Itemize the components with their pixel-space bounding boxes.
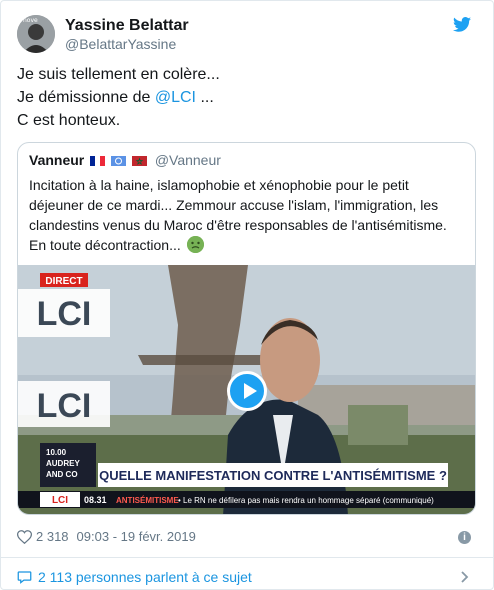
tweet-text: Je suis tellement en colère... Je démiss… — [17, 63, 477, 132]
quoted-tweet[interactable]: Vanneur @Vanneur Incitation à la haine, … — [17, 142, 476, 515]
heart-icon[interactable] — [17, 529, 32, 544]
quote-line-3: clandestins venus du Maroc d'être respon… — [29, 217, 447, 233]
lci-logo-top: LCI — [37, 295, 92, 333]
chevron-right-icon[interactable] — [461, 571, 469, 583]
un-flag-icon — [111, 156, 127, 166]
video-player[interactable]: DIRECT LCI LCI 10.00 AUDREY AND CO QUELL… — [18, 265, 475, 514]
reply-bubble-icon — [17, 571, 32, 584]
quote-line-4-text: En toute décontraction... — [29, 237, 181, 253]
lower-third-banner: QUELLE MANIFESTATION CONTRE L'ANTISÉMITI… — [99, 468, 447, 483]
twitter-bird-icon[interactable] — [453, 17, 471, 32]
like-count[interactable]: 2 318 — [36, 529, 69, 544]
quote-text: Incitation à la haine, islamophobie et x… — [29, 175, 469, 255]
mention-link[interactable]: @LCI — [155, 89, 196, 106]
author-handle[interactable]: @BelattarYassine — [65, 36, 176, 52]
nauseated-face-icon — [186, 236, 204, 253]
ticker-text: • Le RN ne défilera pas mais rendra un h… — [178, 496, 434, 505]
show-name-2: AND CO — [46, 470, 78, 479]
divider — [1, 557, 494, 558]
play-button[interactable] — [227, 371, 267, 411]
tweet-line-3: C est honteux. — [17, 112, 121, 129]
avatar[interactable]: nove — [17, 15, 55, 53]
tweet-line-2: Je démissionne de @LCI ... — [17, 86, 477, 109]
tweet-card: nove Yassine Belattar @BelattarYassine J… — [0, 0, 494, 590]
lci-logo-side: LCI — [37, 387, 92, 425]
quote-line-1: Incitation à la haine, islamophobie et x… — [29, 177, 409, 193]
show-time: 10.00 — [46, 448, 67, 457]
lci-logo-ticker: LCI — [52, 495, 68, 506]
author-name[interactable]: Yassine Belattar — [65, 17, 189, 35]
tweet-line-1: Je suis tellement en colère... — [17, 66, 220, 83]
ticker-time: 08.31 — [84, 495, 107, 505]
fr-flag-icon — [90, 156, 106, 166]
tweet-line-2-prefix: Je démissionne de — [17, 89, 155, 106]
show-name-1: AUDREY — [46, 459, 80, 468]
avatar-text: nove — [23, 17, 38, 24]
ma-flag-icon — [131, 156, 147, 166]
ticker-tag: ANTISÉMITISME — [116, 496, 179, 505]
quote-author-name: Vanneur — [29, 152, 85, 168]
tweet-line-2-suffix: ... — [196, 89, 214, 106]
conversation-link[interactable]: 2 113 personnes parlent à ce sujet — [17, 569, 252, 585]
tweet-meta: 2 318 09:03 - 19 févr. 2019 — [17, 529, 196, 544]
quote-line-2: déjeuner de ce mardi... Zemmour accuse l… — [29, 197, 439, 213]
quote-header: Vanneur @Vanneur — [29, 152, 221, 168]
conversation-label[interactable]: 2 113 personnes parlent à ce sujet — [38, 569, 252, 585]
quote-author-handle: @Vanneur — [154, 152, 221, 168]
direct-tag: DIRECT — [45, 276, 82, 287]
quote-line-4: En toute décontraction... — [29, 235, 469, 255]
timestamp[interactable]: 09:03 - 19 févr. 2019 — [77, 529, 196, 544]
info-icon[interactable]: i — [458, 531, 471, 544]
